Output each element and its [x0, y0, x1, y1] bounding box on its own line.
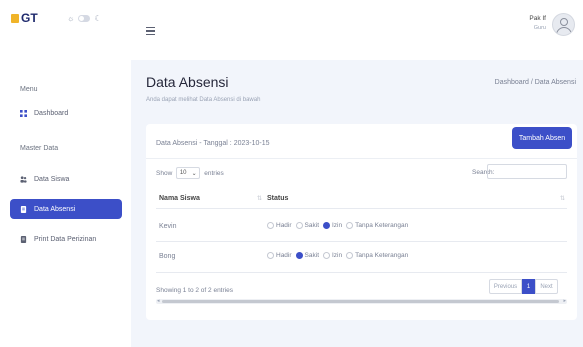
toggle-knob — [79, 16, 85, 21]
sidebar: GT ☼ ☾ Menu Dashboard Master Data Data S… — [0, 0, 131, 347]
menu-heading: Menu — [20, 86, 38, 93]
document-icon — [20, 205, 27, 213]
pagination: Previous 1 Next — [489, 279, 558, 294]
radio-hadir[interactable] — [267, 222, 274, 229]
radio-sakit[interactable] — [295, 252, 303, 259]
card-title: Data Absensi - Tanggal : 2023-10-15 — [156, 140, 270, 147]
user-name[interactable]: Pak If — [529, 15, 546, 22]
table-row-divider — [156, 241, 567, 242]
show-label: Show — [156, 169, 173, 177]
logo-icon — [11, 13, 19, 23]
user-role: Guru — [533, 25, 546, 31]
entries-value: 10 — [179, 170, 187, 176]
topbar: Pak If Guru — [131, 0, 583, 60]
sidebar-item-label: Print Data Perizinan — [34, 235, 97, 243]
radio-hadir[interactable] — [267, 252, 274, 259]
radio-izin[interactable] — [323, 252, 330, 259]
sort-icon: ⇅ — [560, 196, 566, 202]
radio-label: Izin — [332, 252, 343, 259]
search-input[interactable] — [487, 164, 567, 179]
sidebar-item-print-data-perizinan[interactable]: Print Data Perizinan — [10, 229, 122, 249]
table-info: Showing 1 to 2 of 2 entries — [156, 287, 233, 294]
grid-icon — [20, 109, 27, 117]
radio-sakit[interactable] — [295, 222, 303, 229]
radio-label: Tanpa Keterangan — [355, 252, 409, 259]
sun-icon: ☼ — [67, 14, 75, 23]
entries-length-control: Show 10 ⌄ entries — [156, 167, 224, 179]
scroll-left-icon[interactable]: ◂ — [157, 298, 160, 304]
hamburger-menu-icon[interactable] — [146, 27, 155, 35]
status-radio-group: Hadir Sakit Izin Tanpa Keterangan — [265, 252, 408, 259]
radio-label: Hadir — [276, 222, 292, 229]
table-cell-name: Kevin — [159, 223, 177, 230]
tambah-absen-button[interactable]: Tambah Absen — [512, 127, 572, 149]
horizontal-scrollbar[interactable]: ◂ ▸ — [156, 298, 567, 304]
radio-label: Sakit — [304, 222, 319, 229]
sidebar-item-data-absensi[interactable]: Data Absensi — [10, 199, 122, 219]
page-title: Data Absensi — [146, 74, 229, 90]
sort-icon: ⇅ — [257, 196, 263, 202]
master-data-heading: Master Data — [20, 145, 59, 152]
sidebar-item-dashboard[interactable]: Dashboard — [10, 103, 122, 123]
sidebar-item-data-siswa[interactable]: Data Siswa — [10, 169, 122, 189]
radio-label: Izin — [332, 222, 343, 229]
radio-label: Tanpa Keterangan — [355, 222, 409, 229]
entries-select[interactable]: 10 ⌄ — [176, 167, 201, 179]
radio-izin[interactable] — [323, 222, 330, 229]
scroll-right-icon[interactable]: ▸ — [563, 298, 566, 304]
status-radio-group: Hadir Sakit Izin Tanpa Keterangan — [265, 222, 408, 229]
breadcrumb[interactable]: Dashboard / Data Absensi — [495, 79, 576, 86]
radio-tanpa-keterangan[interactable] — [346, 252, 354, 259]
sidebar-item-label: Data Absensi — [34, 205, 76, 213]
column-header-status[interactable]: Status — [267, 195, 288, 202]
entries-label: entries — [204, 169, 224, 177]
attendance-card: Data Absensi - Tanggal : 2023-10-15 Tamb… — [146, 124, 577, 320]
app-logo[interactable]: GT — [11, 11, 38, 25]
card-divider — [146, 158, 577, 159]
pagination-previous[interactable]: Previous — [489, 279, 522, 294]
users-icon — [20, 175, 27, 183]
sidebar-item-label: Data Siswa — [34, 175, 70, 183]
avatar-body — [556, 27, 572, 35]
pagination-page-1[interactable]: 1 — [522, 279, 535, 294]
column-header-nama-siswa[interactable]: Nama Siswa — [159, 195, 200, 202]
page-subtitle: Anda dapat melihat Data Absensi di bawah — [146, 97, 261, 103]
moon-icon: ☾ — [94, 14, 102, 23]
table-row-divider — [156, 272, 567, 273]
table-header-divider — [156, 208, 567, 209]
scrollbar-thumb[interactable] — [162, 300, 559, 303]
sidebar-item-label: Dashboard — [34, 109, 69, 117]
avatar[interactable] — [552, 13, 575, 36]
theme-toggle[interactable]: ☼ ☾ — [67, 14, 102, 23]
chevron-down-icon: ⌄ — [191, 170, 197, 177]
radio-label: Hadir — [276, 252, 292, 259]
avatar-head — [560, 18, 568, 26]
radio-label: Sakit — [304, 252, 319, 259]
logo-text: GT — [21, 11, 38, 25]
document-icon — [20, 235, 27, 243]
toggle-track[interactable] — [78, 15, 91, 22]
table-cell-name: Bong — [159, 253, 176, 260]
pagination-next[interactable]: Next — [535, 279, 558, 294]
radio-tanpa-keterangan[interactable] — [346, 222, 354, 229]
